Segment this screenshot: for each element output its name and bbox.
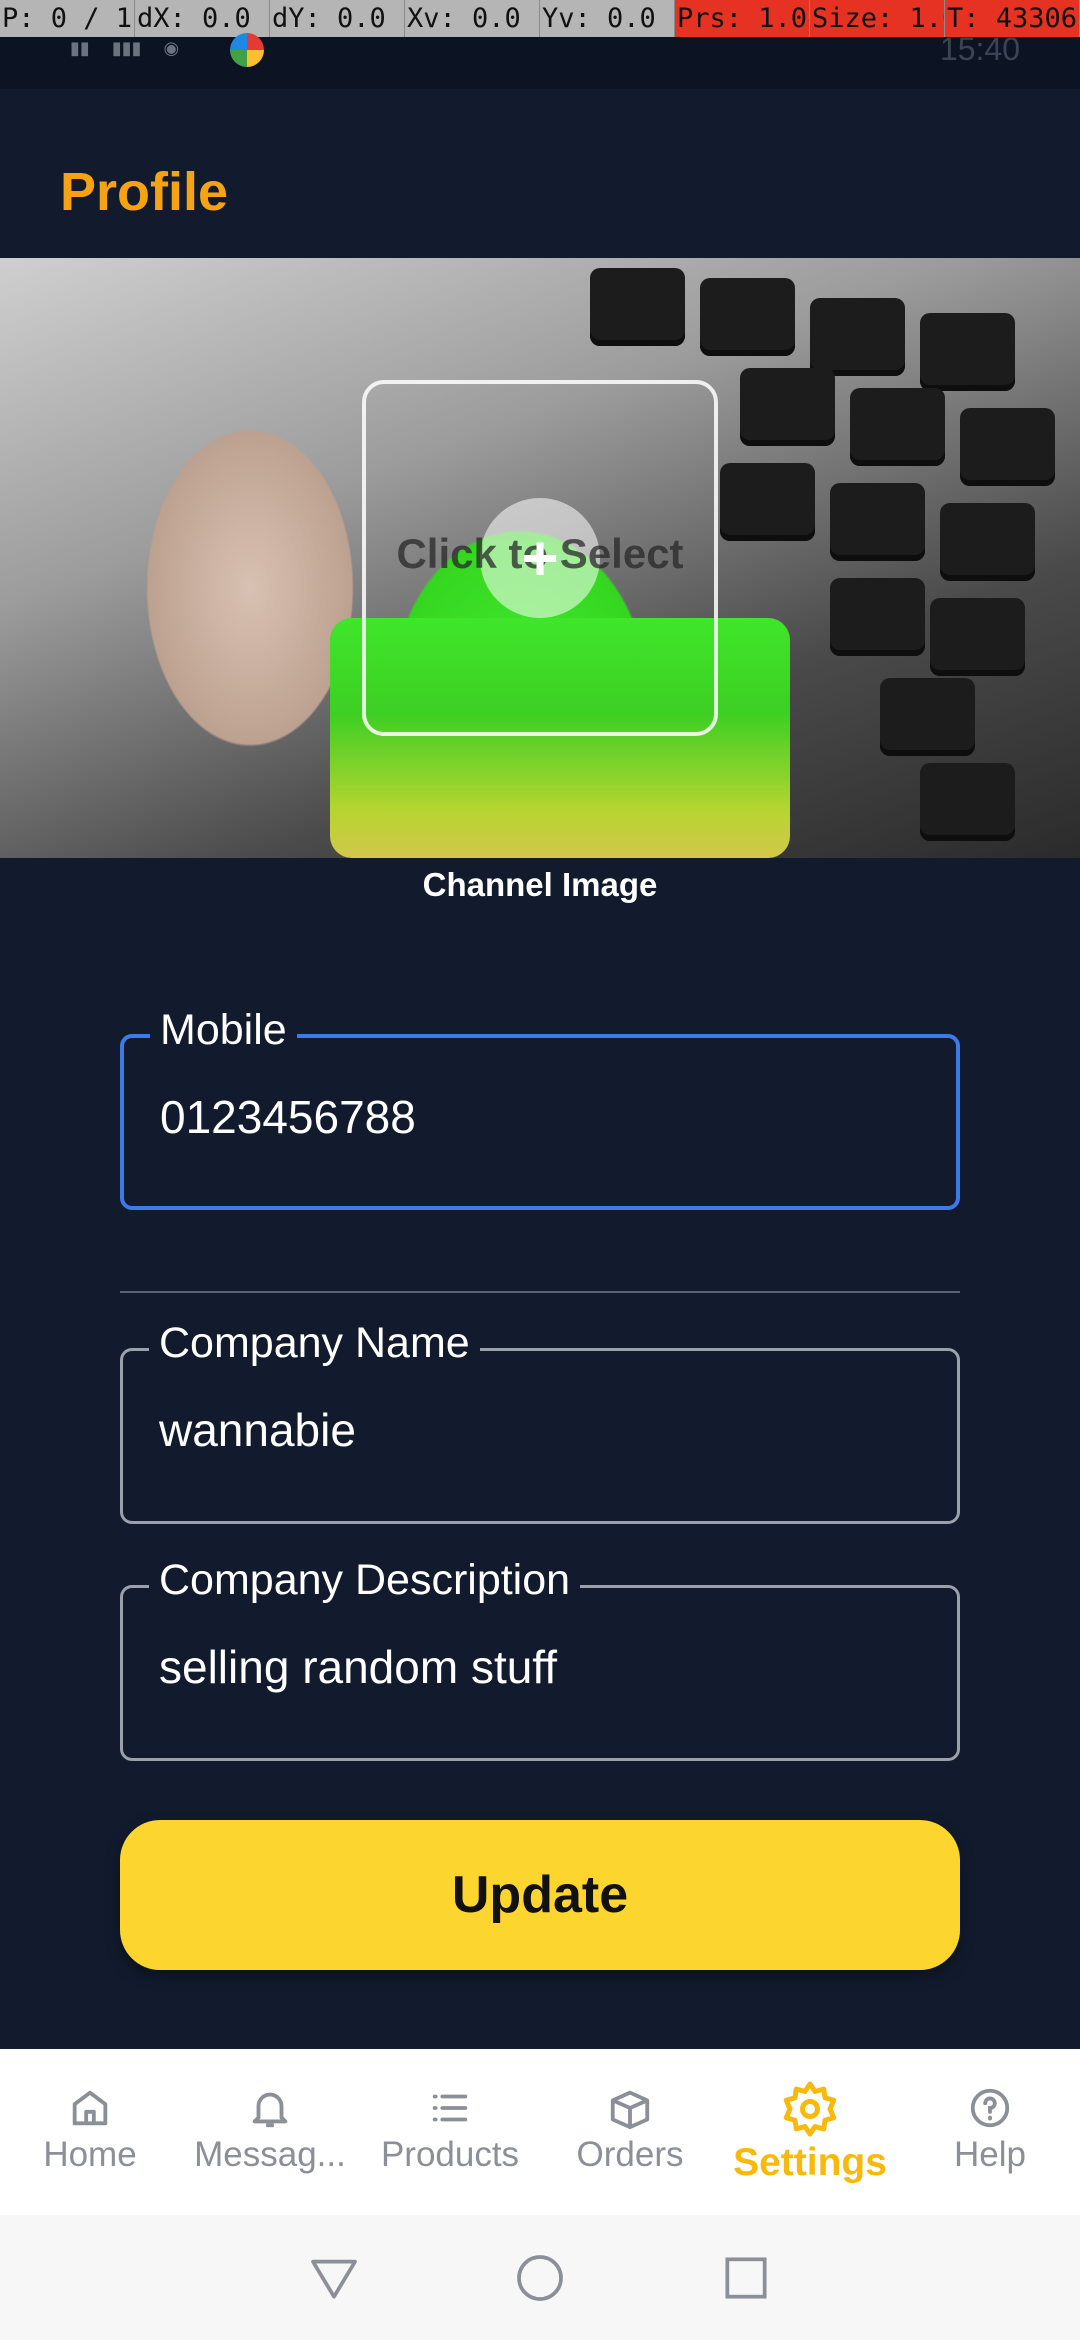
- box-icon: [610, 2090, 650, 2130]
- keyboard-key: [830, 578, 925, 656]
- keyboard-key: [960, 408, 1055, 486]
- mobile-field-label: Mobile: [150, 1006, 297, 1055]
- app-screen: P: 0 / 1 dX: 0.0 dY: 0.0 Xv: 0.0 Yv: 0.0…: [0, 0, 1080, 2340]
- mobile-field[interactable]: Mobile 0123456788: [120, 1006, 960, 1210]
- status-bar: ▮▮ ▮▮▮ ◉ 15:40: [0, 31, 1080, 89]
- home-circle-icon[interactable]: [512, 2250, 568, 2306]
- nav-item-home[interactable]: Home: [0, 2049, 180, 2215]
- company-description-field[interactable]: Company Description selling random stuff: [120, 1556, 960, 1761]
- nav-label-products: Products: [380, 2135, 520, 2174]
- keyboard-key: [930, 598, 1025, 676]
- nav-label-help: Help: [954, 2135, 1026, 2174]
- status-time: 15:40: [939, 31, 1020, 67]
- nav-label-orders: Orders: [576, 2135, 684, 2174]
- keyboard-key: [810, 298, 905, 376]
- gear-icon: [783, 2081, 837, 2137]
- bottom-nav: Home Messag... Products Orders Settings …: [0, 2049, 1080, 2215]
- nav-label-home: Home: [43, 2135, 137, 2174]
- nav-item-orders[interactable]: Orders: [540, 2049, 720, 2215]
- bell-icon: [252, 2092, 288, 2128]
- company-description-field-value[interactable]: selling random stuff: [159, 1640, 557, 1694]
- recents-icon[interactable]: [718, 2250, 774, 2306]
- company-name-field-value[interactable]: wannabie: [159, 1403, 356, 1457]
- help-icon: [970, 2088, 1010, 2128]
- nav-item-products[interactable]: Products: [360, 2049, 540, 2215]
- debug-xv: Xv: 0.0: [405, 0, 540, 37]
- wifi-icon: ▮▮: [70, 38, 90, 58]
- status-icons: ▮▮ ▮▮▮ ◉: [70, 37, 179, 59]
- keyboard-key: [920, 763, 1015, 841]
- debug-dx: dX: 0.0: [135, 0, 270, 37]
- keyboard-key: [850, 388, 945, 466]
- plus-icon: +: [521, 522, 559, 594]
- divider: [120, 1291, 960, 1293]
- pointer-debug-bar: P: 0 / 1 dX: 0.0 dY: 0.0 Xv: 0.0 Yv: 0.0…: [0, 0, 1080, 37]
- keyboard-key: [920, 313, 1015, 391]
- nav-label-settings: Settings: [733, 2141, 887, 2184]
- back-icon[interactable]: [306, 2250, 362, 2306]
- debug-pointer: P: 0 / 1: [0, 0, 135, 37]
- keyboard-key: [590, 268, 685, 346]
- debug-size: Size: 1.0: [810, 0, 945, 37]
- keyboard-key: [830, 483, 925, 561]
- home-icon: [72, 2090, 108, 2126]
- mobile-field-value[interactable]: 0123456788: [160, 1090, 416, 1144]
- keyboard-key: [740, 368, 835, 446]
- nav-item-help[interactable]: Help: [900, 2049, 1080, 2215]
- debug-yv: Yv: 0.0: [540, 0, 675, 37]
- channel-image-caption: Channel Image: [422, 866, 658, 903]
- debug-pressure: Prs: 1.0: [675, 0, 810, 37]
- system-nav-bar: [0, 2215, 1080, 2340]
- keyboard-key: [720, 463, 815, 541]
- update-button[interactable]: Update: [120, 1820, 960, 1970]
- company-description-field-label: Company Description: [149, 1556, 581, 1605]
- eye-icon: ◉: [163, 38, 180, 58]
- signal-icon: ▮▮▮: [111, 38, 142, 58]
- keyboard-key: [940, 503, 1035, 581]
- header: Profile: [0, 89, 1080, 259]
- company-name-field[interactable]: Company Name wannabie: [120, 1319, 960, 1524]
- nav-item-settings[interactable]: Settings: [720, 2049, 900, 2215]
- keyboard-key: [880, 678, 975, 756]
- app-notification-icon: [230, 33, 264, 67]
- debug-dy: dY: 0.0: [270, 0, 405, 37]
- nav-label-messages: Messag...: [194, 2135, 346, 2174]
- company-name-field-label: Company Name: [149, 1319, 480, 1368]
- nav-item-messages[interactable]: Messag...: [180, 2049, 360, 2215]
- list-icon: [432, 2094, 468, 2122]
- page-title: Profile: [60, 162, 229, 222]
- keyboard-key: [700, 278, 795, 356]
